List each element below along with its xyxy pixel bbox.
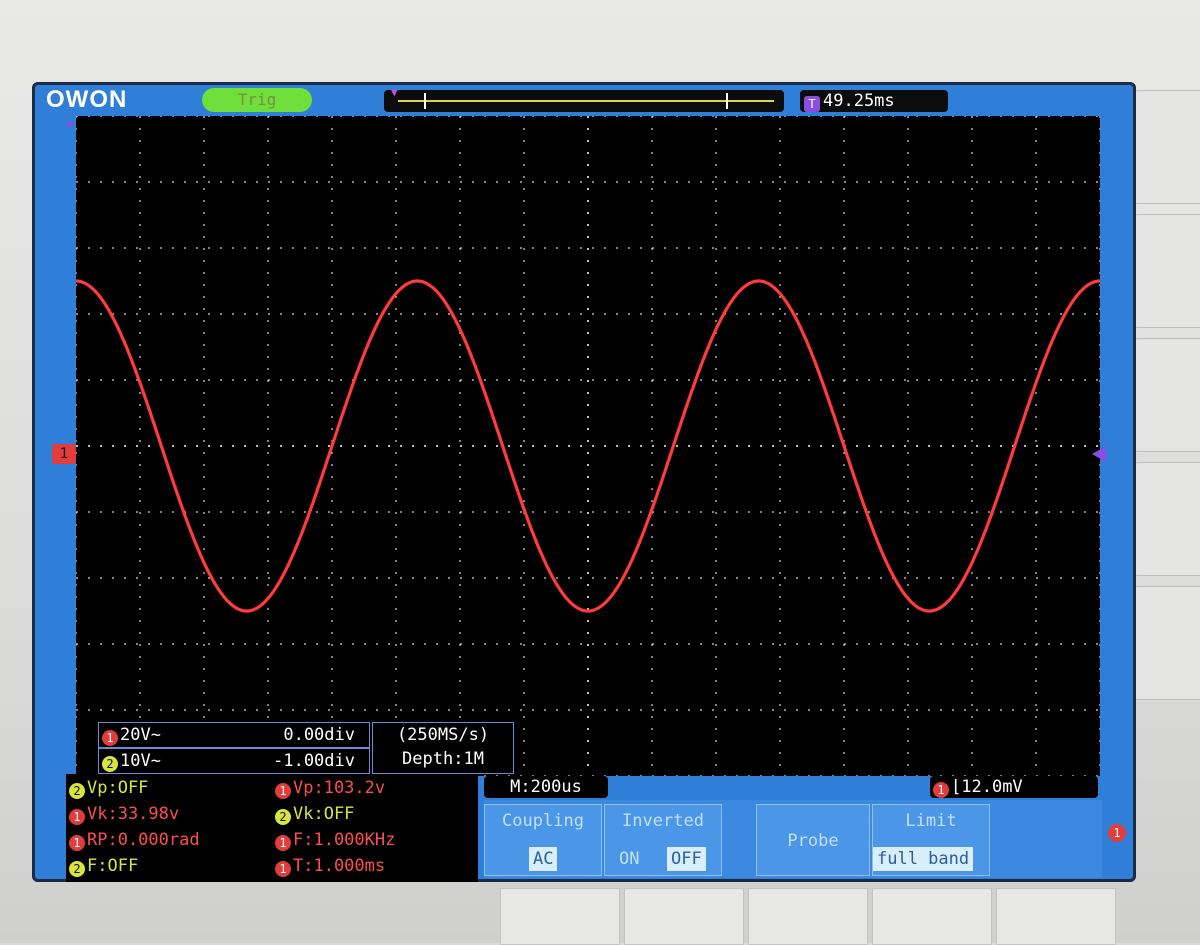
- measure-ch1-vp: 1 Vp:103.2v: [272, 776, 385, 800]
- ch1-icon: 1: [275, 835, 291, 851]
- measure-value: F:OFF: [87, 856, 139, 876]
- side-key-1[interactable]: [1132, 90, 1200, 204]
- trigger-time-value: 49.25ms: [823, 91, 895, 111]
- probe-button[interactable]: Probe: [756, 804, 870, 876]
- waveform-display: [76, 116, 1100, 776]
- limit-title: Limit: [905, 811, 957, 831]
- ch1-icon: 1: [933, 782, 949, 798]
- status-bar: OWON Trig ▼ T 49.25ms: [32, 82, 1136, 116]
- ch1-scale: 20V~: [120, 725, 161, 745]
- side-key-4[interactable]: [1132, 462, 1200, 576]
- ch2-position: -1.00div: [273, 751, 355, 771]
- ch2-icon: 2: [102, 756, 118, 772]
- probe-title: Probe: [787, 831, 839, 851]
- side-key-2[interactable]: [1132, 214, 1200, 328]
- sample-rate: (250MS/s): [396, 725, 490, 745]
- channel-menu: Coupling AC Inverted ON OFF Probe Limit …: [484, 800, 1102, 878]
- trigger-level-readout: 1 ⌊12.0mV: [930, 776, 1098, 798]
- scope-screen: OWON Trig ▼ T 49.25ms ▼ 1 1 20V~ 0.00div 2…: [32, 82, 1136, 882]
- ch1-icon: 1: [102, 730, 118, 746]
- inverted-off-option: OFF: [667, 847, 706, 871]
- coupling-title: Coupling: [502, 811, 584, 831]
- acquisition-info: (250MS/s) Depth:1M: [372, 722, 514, 774]
- side-menu-keys: [1132, 90, 1200, 730]
- trigger-position-marker-icon: ▼: [391, 86, 398, 99]
- ch1-icon: 1: [69, 835, 85, 851]
- inverted-button[interactable]: Inverted ON OFF: [604, 804, 722, 876]
- trigger-status-badge: Trig: [202, 88, 312, 112]
- bottom-key-1[interactable]: [500, 888, 620, 945]
- side-key-3[interactable]: [1132, 338, 1200, 452]
- measure-value: Vk:OFF: [293, 804, 355, 824]
- ch2-icon: 2: [275, 809, 291, 825]
- ch2-icon: 2: [69, 861, 85, 877]
- timebase-readout: M:200us: [484, 776, 608, 798]
- active-channel-indicator: 1: [1108, 824, 1126, 842]
- memory-depth: Depth:1M: [402, 749, 484, 769]
- ch1-icon: 1: [69, 809, 85, 825]
- measure-value: T:1.000ms: [293, 856, 386, 876]
- side-key-5[interactable]: [1132, 586, 1200, 700]
- measure-value: F:1.000KHz: [293, 830, 396, 850]
- falling-edge-icon: ⌊: [951, 777, 962, 797]
- trigger-horizontal-marker-icon: ▼: [66, 118, 74, 132]
- measure-ch2-f: 2 F:OFF: [66, 854, 138, 878]
- ch1-position: 0.00div: [283, 725, 355, 745]
- brand-logo: OWON: [46, 86, 128, 113]
- ch1-icon: 1: [275, 783, 291, 799]
- measure-ch2-vk: 2 Vk:OFF: [272, 802, 354, 826]
- bottom-menu-keys: [500, 888, 1120, 945]
- limit-button[interactable]: Limit full band: [872, 804, 990, 876]
- inverted-on-option: ON: [619, 849, 640, 869]
- limit-value: full band: [873, 847, 974, 871]
- measure-value: Vp:OFF: [87, 778, 149, 798]
- measure-value: RP:0.000rad: [87, 830, 200, 850]
- trigger-level-pointer-icon: [1092, 446, 1106, 462]
- measure-ch1-f: 1 F:1.000KHz: [272, 828, 395, 852]
- bottom-key-5[interactable]: [996, 888, 1116, 945]
- channel1-ground-pointer: 1: [52, 444, 76, 464]
- measure-ch1-t: 1 T:1.000ms: [272, 854, 385, 878]
- trigger-level-value: 12.0mV: [961, 777, 1023, 797]
- trigger-time-icon: T: [804, 96, 820, 112]
- ch2-icon: 2: [69, 783, 85, 799]
- ch2-scale: 10V~: [120, 751, 161, 771]
- measure-value: Vk:33.98v: [87, 804, 180, 824]
- waveform-canvas: [76, 116, 1100, 776]
- ch1-icon: 1: [275, 861, 291, 877]
- measure-ch2-vp: 2 Vp:OFF: [66, 776, 148, 800]
- trigger-time-readout: T 49.25ms: [800, 90, 948, 112]
- measure-ch1-rp: 1 RP:0.000rad: [66, 828, 200, 852]
- coupling-value: AC: [529, 847, 558, 871]
- coupling-button[interactable]: Coupling AC: [484, 804, 602, 876]
- ch2-scale-row: 2 10V~ -1.00div: [98, 748, 370, 774]
- measure-value: Vp:103.2v: [293, 778, 386, 798]
- bottom-key-2[interactable]: [624, 888, 744, 945]
- bottom-key-3[interactable]: [748, 888, 868, 945]
- bottom-key-4[interactable]: [872, 888, 992, 945]
- inverted-title: Inverted: [622, 811, 704, 831]
- memory-window: [424, 93, 728, 109]
- memory-position-bar: ▼: [384, 86, 784, 112]
- ch1-scale-row: 1 20V~ 0.00div: [98, 722, 370, 748]
- measure-ch1-vk: 1 Vk:33.98v: [66, 802, 179, 826]
- measurement-panel: 2 Vp:OFF 1 Vk:33.98v 1 RP:0.000rad 2 F:OFF 1…: [66, 774, 478, 882]
